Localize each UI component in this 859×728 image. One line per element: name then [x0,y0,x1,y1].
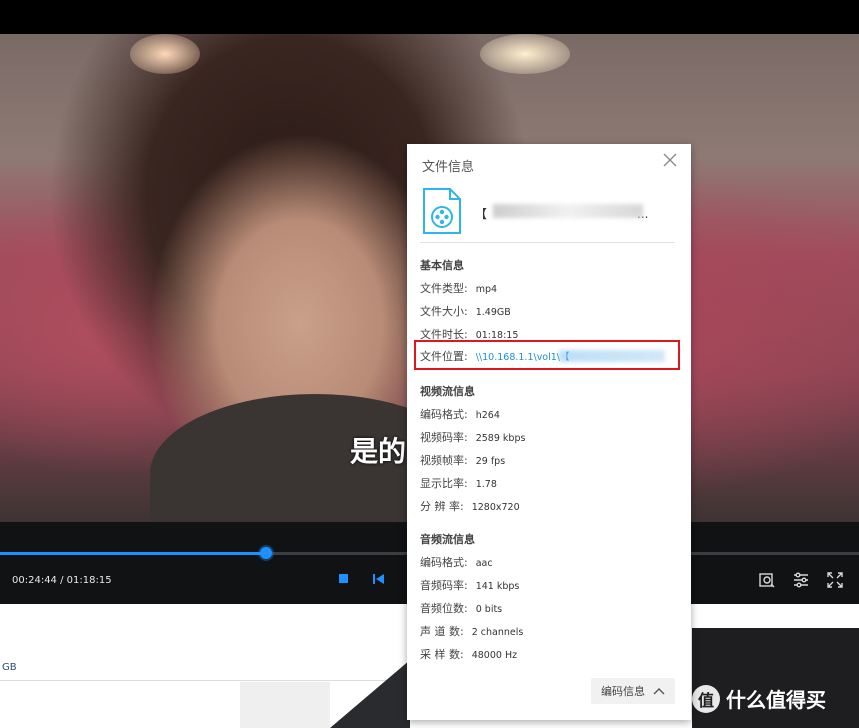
background-dark-corner [692,628,859,728]
basic-info-heading: 基本信息 [420,259,464,272]
info-row-aspect-ratio: 显示比率: 1.78 [420,477,497,490]
settings-icon[interactable] [792,571,810,589]
info-row-audio-codec: 编码格式: aac [420,556,493,569]
info-row-sample-rate: 采 样 数: 48000 Hz [420,648,518,661]
background-panel [240,682,330,728]
watermark-badge: 值 [692,684,720,713]
video-file-icon [422,187,462,235]
bokeh-light [480,34,570,74]
watermark: 值 什么值得买 [692,684,826,713]
close-icon[interactable] [663,153,677,171]
watermark-text: 什么值得买 [726,688,826,712]
file-info-dialog: 文件信息 【... 基本信息 文件类型:mp4 文件大小:1.49GB 文件时长… [407,144,691,720]
background-size-text: GB [2,662,17,673]
info-row-audio-bitrate: 音频码率: 141 kbps [420,579,520,592]
dialog-divider [420,242,675,243]
background-dark-shape [330,660,410,728]
codec-info-label: 编码信息 [601,685,645,698]
info-row-file-type: 文件类型: mp4 [420,282,498,295]
codec-info-button[interactable]: 编码信息 [591,678,675,704]
bokeh-light [130,34,200,74]
video-subtitle: 是的 [350,435,407,468]
info-row-file-size: 文件大小: 1.49GB [420,305,511,318]
video-info-heading: 视频流信息 [420,385,475,398]
info-row-resolution: 分 辨 率: 1280x720 [420,500,520,513]
time-display: 00:24:44 / 01:18:15 [12,575,112,586]
chevron-up-icon [653,685,665,698]
info-row-video-codec: 编码格式: h264 [420,408,500,421]
info-row-bit-depth: 音频位数: 0 bits [420,602,503,615]
location-highlight-box [414,340,680,370]
previous-icon[interactable] [372,573,385,589]
stop-icon[interactable] [338,573,349,588]
snapshot-icon[interactable] [758,571,776,589]
top-black-bar [0,0,859,34]
progress-fill [0,552,267,555]
dialog-title: 文件信息 [422,160,475,175]
info-row-channels: 声 道 数: 2 channels [420,625,524,638]
redacted-filename [493,204,643,218]
audio-info-heading: 音频流信息 [420,533,475,546]
fullscreen-icon[interactable] [826,571,844,589]
info-row-video-bitrate: 视频码率: 2589 kbps [420,431,526,444]
info-row-frame-rate: 视频帧率: 29 fps [420,454,506,467]
